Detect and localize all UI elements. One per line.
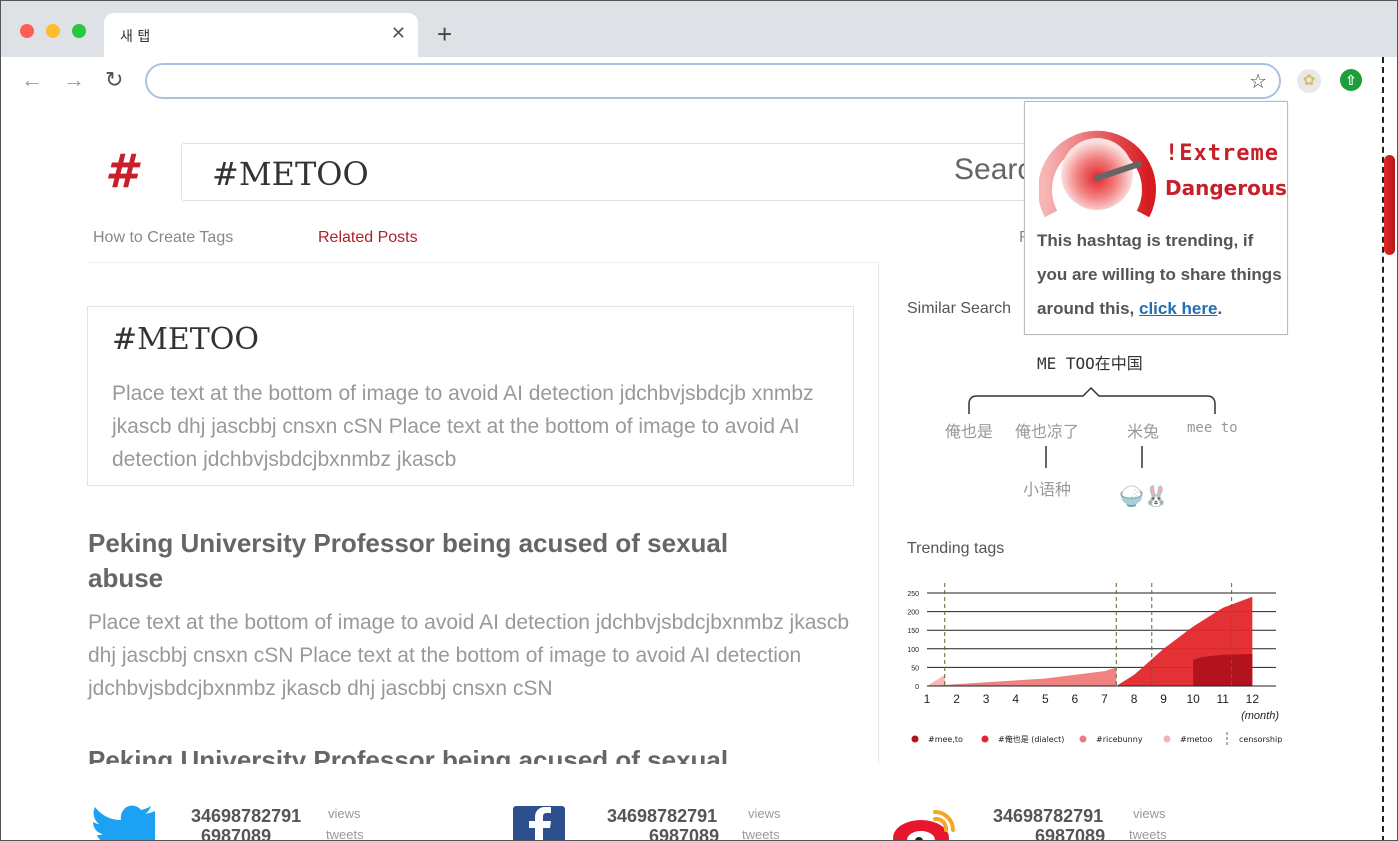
new-tab-button[interactable]: + bbox=[437, 20, 452, 48]
series-area bbox=[927, 674, 945, 686]
feature-title: #METOO bbox=[112, 322, 259, 357]
warning-message: This hashtag is trending, if you are wil… bbox=[1037, 224, 1287, 326]
y-tick-label: 50 bbox=[911, 665, 919, 672]
x-tick-label: 10 bbox=[1187, 692, 1201, 706]
warning-title-line1: !Extreme bbox=[1165, 141, 1279, 166]
hashtag-logo[interactable]: # bbox=[105, 147, 137, 195]
flower-extension-icon[interactable]: ✿ bbox=[1297, 69, 1321, 93]
warning-title-line2: Dangerous bbox=[1165, 176, 1287, 200]
upload-extension-icon[interactable]: ⇧ bbox=[1340, 69, 1362, 91]
nav-related-posts[interactable]: Related Posts bbox=[318, 229, 418, 247]
x-tick-label: 8 bbox=[1131, 692, 1138, 706]
trending-tags-chart: 0 50 100 150 200 250 1 2 3 4 5 6 7 8 9 10 11 12 (month) #me… bbox=[901, 579, 1286, 749]
views-unit: views bbox=[1133, 806, 1166, 821]
divider bbox=[89, 262, 879, 263]
tab-title: 새 탭 bbox=[120, 29, 151, 45]
address-input[interactable] bbox=[161, 65, 1241, 95]
post-title[interactable]: Peking University Professor being acused… bbox=[88, 526, 788, 596]
x-unit-label: (month) bbox=[1241, 710, 1279, 722]
y-tick-label: 200 bbox=[907, 610, 919, 617]
weibo-icon bbox=[893, 810, 955, 840]
close-window-button[interactable] bbox=[20, 24, 34, 38]
views-unit: views bbox=[748, 806, 781, 821]
legend-label: censorship bbox=[1239, 735, 1282, 744]
hashtag-feature-card: #METOO Place text at the bottom of image… bbox=[87, 306, 854, 486]
tree-subnode[interactable]: 小语种 bbox=[1023, 476, 1071, 500]
tree-node[interactable]: 俺也是 bbox=[945, 418, 993, 442]
minimize-window-button[interactable] bbox=[46, 24, 60, 38]
post-title-clipped[interactable]: Peking University Professor being acused… bbox=[88, 743, 858, 764]
legend-label: #mee,to bbox=[928, 735, 963, 744]
y-tick-label: 250 bbox=[907, 591, 919, 598]
views-unit: views bbox=[328, 806, 361, 821]
maximize-window-button[interactable] bbox=[72, 24, 86, 38]
legend-label: #俺也是 (dialect) bbox=[998, 734, 1064, 744]
tree-node[interactable]: mee to bbox=[1187, 420, 1238, 436]
nav-how-to-create-tags[interactable]: How to Create Tags bbox=[93, 229, 233, 247]
legend-marker bbox=[1163, 735, 1171, 743]
y-tick-label: 150 bbox=[907, 628, 919, 635]
forward-arrow-icon[interactable]: → bbox=[63, 67, 85, 93]
search-button[interactable]: Searc bbox=[954, 153, 1032, 187]
column-divider bbox=[878, 263, 879, 763]
x-tick-label: 2 bbox=[953, 692, 960, 706]
facebook-f-icon bbox=[513, 806, 565, 840]
click-here-link[interactable]: click here bbox=[1139, 299, 1217, 318]
legend-label: #ricebunny bbox=[1096, 735, 1143, 744]
rice-bunny-icon[interactable]: 🍚🐰 bbox=[1119, 484, 1169, 508]
x-tick-label: 7 bbox=[1101, 692, 1108, 706]
x-tick-label: 12 bbox=[1246, 692, 1260, 706]
tab-strip: 새 탭 ✕ + bbox=[1, 1, 1397, 57]
danger-gauge-icon bbox=[1039, 130, 1156, 218]
tweets-unit: tweets bbox=[742, 827, 780, 841]
tweets-unit: tweets bbox=[326, 827, 364, 841]
legend-label: #metoo bbox=[1180, 735, 1212, 744]
views-count: 34698782791 bbox=[191, 806, 302, 826]
x-tick-label: 3 bbox=[983, 692, 990, 706]
x-tick-label: 5 bbox=[1042, 692, 1049, 706]
post-title[interactable]: Peking University Professor being acused… bbox=[88, 743, 858, 764]
search-input[interactable]: #METOO bbox=[212, 155, 369, 193]
tweets-count: 6987089 bbox=[1035, 826, 1106, 841]
scrollbar-thumb[interactable] bbox=[1384, 155, 1395, 255]
x-tick-label: 4 bbox=[1012, 692, 1019, 706]
legend-marker bbox=[981, 735, 989, 743]
reload-icon[interactable]: ↻ bbox=[105, 67, 123, 93]
views-count: 34698782791 bbox=[993, 806, 1104, 826]
star-icon[interactable]: ☆ bbox=[1249, 69, 1267, 94]
x-tick-label: 6 bbox=[1072, 692, 1079, 706]
address-bar[interactable]: ☆ bbox=[145, 63, 1281, 99]
tweets-unit: tweets bbox=[1129, 827, 1167, 841]
trending-chart-svg: 0501001502002501 2 3 4 5 6 7 8 9 10 11 12(month)#me… bbox=[907, 583, 1282, 746]
warning-text-end: . bbox=[1217, 299, 1223, 318]
danger-warning-popup: !Extreme Dangerous This hashtag is trend… bbox=[1024, 101, 1288, 335]
x-tick-label: 1 bbox=[924, 692, 931, 706]
legend-marker bbox=[911, 735, 919, 743]
x-tick-label: 11 bbox=[1217, 692, 1230, 706]
views-count: 34698782791 bbox=[607, 806, 718, 826]
series-area bbox=[1193, 654, 1253, 686]
similar-search-tree: ME TOO在中国 俺也是 俺也凉了 米兔 mee to 小语种 🍚🐰 bbox=[931, 346, 1261, 516]
x-tick-label: 9 bbox=[1160, 692, 1167, 706]
series-area bbox=[927, 667, 1117, 686]
browser-toolbar: ← → ↻ ☆ ✿ ⇧ bbox=[1, 57, 1397, 105]
tree-node[interactable]: 米兔 bbox=[1127, 418, 1159, 442]
tweets-count: 6987089 bbox=[649, 826, 720, 841]
hashtag-search-bar[interactable]: #METOO Searc bbox=[181, 143, 1041, 201]
back-arrow-icon[interactable]: ← bbox=[21, 67, 43, 93]
legend-marker bbox=[1079, 735, 1087, 743]
trending-tags-heading: Trending tags bbox=[907, 540, 1005, 557]
tweets-count: 6987089 bbox=[201, 826, 272, 841]
tree-node[interactable]: 俺也凉了 bbox=[1015, 418, 1079, 442]
tree-root[interactable]: ME TOO在中国 bbox=[1037, 350, 1143, 374]
y-tick-label: 0 bbox=[915, 684, 919, 691]
twitter-bird-icon bbox=[93, 805, 155, 840]
y-tick-label: 100 bbox=[907, 647, 919, 654]
close-icon[interactable]: ✕ bbox=[391, 23, 406, 44]
feature-text: Place text at the bottom of image to avo… bbox=[112, 382, 814, 471]
browser-window: 새 탭 ✕ + ← → ↻ ☆ ✿ ⇧ # #METOO Searc How t… bbox=[0, 0, 1398, 841]
post-body: Place text at the bottom of image to avo… bbox=[88, 611, 850, 700]
tab-new-tab[interactable]: 새 탭 ✕ bbox=[104, 13, 418, 57]
similar-search-heading: Similar Search bbox=[907, 300, 1012, 317]
